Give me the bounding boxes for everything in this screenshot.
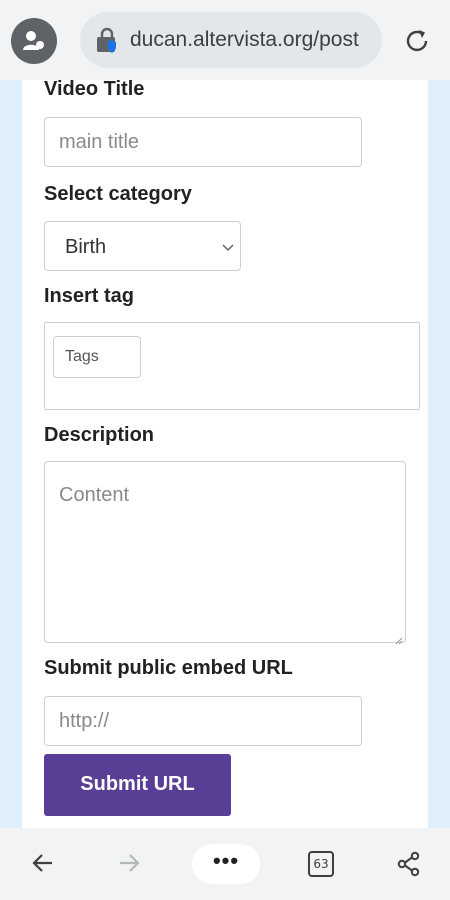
profile-icon[interactable] xyxy=(11,18,57,64)
resize-handle-icon[interactable] xyxy=(395,632,403,645)
description-placeholder: Content xyxy=(59,484,130,506)
reload-icon[interactable] xyxy=(402,26,432,56)
category-select[interactable]: Birth xyxy=(44,221,241,271)
video-title-placeholder: main title xyxy=(59,131,140,153)
description-label: Description xyxy=(44,424,155,446)
category-selected-value: Birth xyxy=(65,236,107,258)
url-text[interactable]: ducan.altervista.org/post xyxy=(130,28,375,52)
bottom-navigation: ••• 63 xyxy=(0,828,450,900)
more-menu-button[interactable]: ••• xyxy=(192,844,260,884)
tag-placeholder: Tags xyxy=(65,348,99,365)
chevron-down-icon xyxy=(222,240,234,258)
tag-input[interactable]: Tags xyxy=(53,336,141,378)
share-icon[interactable] xyxy=(396,851,422,882)
tag-label: Insert tag xyxy=(44,285,135,307)
address-bar[interactable]: ducan.altervista.org/post xyxy=(80,12,382,68)
category-label: Select category xyxy=(44,183,192,205)
embed-url-input[interactable]: http:// xyxy=(44,696,362,746)
video-title-input[interactable]: main title xyxy=(44,117,362,167)
tab-count: 63 xyxy=(313,857,329,871)
embed-url-placeholder: http:// xyxy=(59,710,110,732)
tab-switcher-button[interactable]: 63 xyxy=(308,851,334,877)
forward-icon[interactable] xyxy=(116,850,142,881)
browser-toolbar: ducan.altervista.org/post xyxy=(0,0,450,80)
tag-container[interactable]: Tags xyxy=(44,322,420,410)
description-textarea[interactable]: Content xyxy=(44,461,406,645)
submit-url-button[interactable]: Submit URL xyxy=(44,754,231,816)
embed-url-label: Submit public embed URL xyxy=(44,657,293,679)
more-icon: ••• xyxy=(212,848,240,873)
lock-icon xyxy=(94,27,122,55)
submit-url-label: Submit URL xyxy=(80,773,195,795)
back-icon[interactable] xyxy=(30,850,56,881)
video-title-label: Video Title xyxy=(44,78,145,100)
